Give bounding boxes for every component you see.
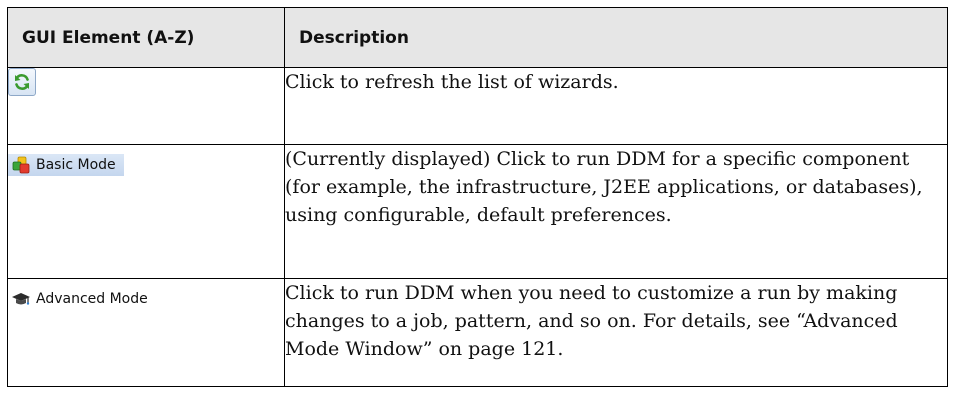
refresh-button[interactable] <box>8 68 36 96</box>
advanced-mode-button[interactable]: Advanced Mode <box>8 288 156 310</box>
description-cell: (Currently displayed) Click to run DDM f… <box>284 144 948 279</box>
advanced-mode-icon <box>11 289 31 309</box>
description-cell: Click to run DDM when you need to custom… <box>284 278 948 387</box>
gui-element-cell: Basic Mode <box>7 144 285 279</box>
gui-element-cell <box>7 67 285 145</box>
column-header-gui-element: GUI Element (A-Z) <box>7 7 285 68</box>
gui-element-cell: Advanced Mode <box>7 278 285 387</box>
column-header-description: Description <box>284 7 948 68</box>
gui-element-table: GUI Element (A-Z) Description Click to r… <box>7 7 948 387</box>
advanced-mode-label: Advanced Mode <box>36 291 148 307</box>
table-row: Advanced Mode Click to run DDM when you … <box>7 278 948 387</box>
basic-mode-button[interactable]: Basic Mode <box>8 154 124 176</box>
basic-mode-icon <box>11 155 31 175</box>
table-row: Click to refresh the list of wizards. <box>7 67 948 145</box>
description-cell: Click to refresh the list of wizards. <box>284 67 948 145</box>
basic-mode-label: Basic Mode <box>36 157 116 173</box>
refresh-icon <box>15 74 29 90</box>
table-header-row: GUI Element (A-Z) Description <box>7 7 948 68</box>
table-row: Basic Mode (Currently displayed) Click t… <box>7 144 948 279</box>
